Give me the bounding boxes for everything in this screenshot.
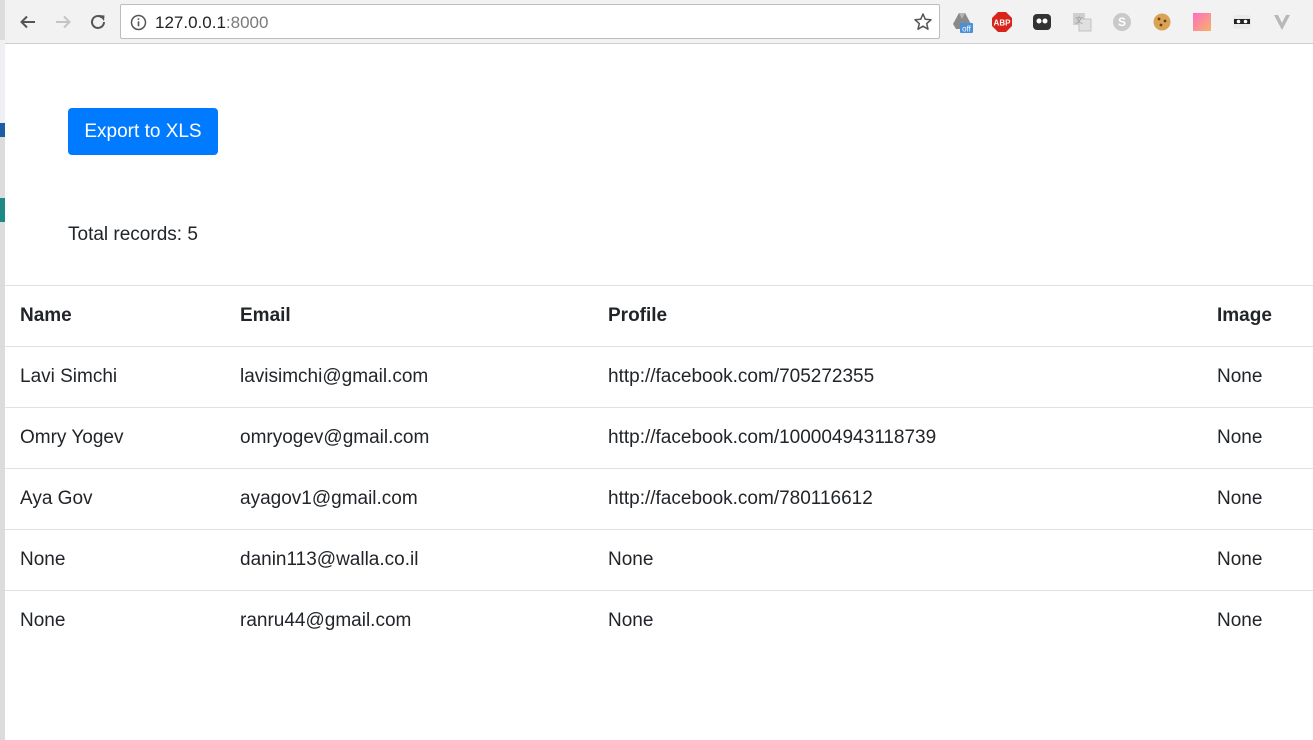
browser-toolbar: 127.0.0.1:8000 off ABP 文 S [5, 0, 1313, 44]
table-row: None danin113@walla.co.il None None [5, 529, 1313, 591]
bookmark-star-icon[interactable] [913, 12, 933, 32]
cookie-icon[interactable] [1151, 11, 1173, 33]
cell-email: omryogev@gmail.com [225, 407, 593, 469]
cell-image: None [1202, 407, 1313, 469]
vivaldi-v-icon[interactable] [1271, 11, 1293, 33]
table-row: None ranru44@gmail.com None None [5, 590, 1313, 652]
column-header-name: Name [5, 285, 225, 347]
back-arrow-icon[interactable] [15, 9, 41, 35]
incognito-mask-icon[interactable] [1231, 11, 1253, 33]
cell-profile: None [593, 590, 1202, 652]
url-text: 127.0.0.1:8000 [155, 13, 268, 32]
ghostery-icon[interactable] [1031, 11, 1053, 33]
translate-icon[interactable]: 文 [1071, 11, 1093, 33]
forward-arrow-icon[interactable] [50, 9, 76, 35]
url-port: :8000 [225, 13, 269, 32]
cell-name: None [5, 590, 225, 652]
cell-image: None [1202, 590, 1313, 652]
cell-email: danin113@walla.co.il [225, 529, 593, 591]
table-row: Lavi Simchi lavisimchi@gmail.com http://… [5, 346, 1313, 408]
cell-image: None [1202, 346, 1313, 408]
cell-profile: http://facebook.com/100004943118739 [593, 407, 1202, 469]
svg-text:文: 文 [1075, 15, 1083, 25]
cell-email: lavisimchi@gmail.com [225, 346, 593, 408]
table-header-row: Name Email Profile Image [5, 285, 1313, 347]
cell-profile: http://facebook.com/705272355 [593, 346, 1202, 408]
records-table: Name Email Profile Image Lavi Simchi lav… [5, 285, 1313, 652]
export-xls-button[interactable]: Export to XLS [68, 108, 218, 155]
cell-profile: http://facebook.com/780116612 [593, 468, 1202, 530]
google-drive-off-icon[interactable]: off [951, 11, 973, 33]
column-header-email: Email [225, 285, 593, 347]
table-row: Omry Yogev omryogev@gmail.com http://fac… [5, 407, 1313, 469]
table-row: Aya Gov ayagov1@gmail.com http://faceboo… [5, 468, 1313, 530]
cell-name: None [5, 529, 225, 591]
cell-image: None [1202, 529, 1313, 591]
cell-name: Aya Gov [5, 468, 225, 530]
address-bar[interactable]: 127.0.0.1:8000 [120, 4, 940, 39]
cell-email: ayagov1@gmail.com [225, 468, 593, 530]
gradient-extension-icon[interactable] [1191, 11, 1213, 33]
url-host: 127.0.0.1 [155, 13, 226, 32]
skype-icon[interactable]: S [1111, 11, 1133, 33]
cell-image: None [1202, 468, 1313, 530]
drive-off-badge: off [962, 25, 972, 34]
column-header-image: Image [1202, 285, 1313, 347]
adblock-plus-icon[interactable]: ABP [991, 11, 1013, 33]
cell-name: Omry Yogev [5, 407, 225, 469]
cell-profile: None [593, 529, 1202, 591]
abp-label: ABP [994, 19, 1012, 28]
reload-icon[interactable] [85, 9, 111, 35]
adjacent-window-block [0, 198, 5, 222]
site-info-icon[interactable] [130, 14, 147, 31]
column-header-profile: Profile [593, 285, 1202, 347]
adjacent-window-block [0, 123, 5, 137]
cell-name: Lavi Simchi [5, 346, 225, 408]
total-records-label: Total records: 5 [68, 224, 198, 245]
svg-text:S: S [1118, 15, 1126, 29]
adjacent-window-block [0, 40, 5, 130]
cell-email: ranru44@gmail.com [225, 590, 593, 652]
